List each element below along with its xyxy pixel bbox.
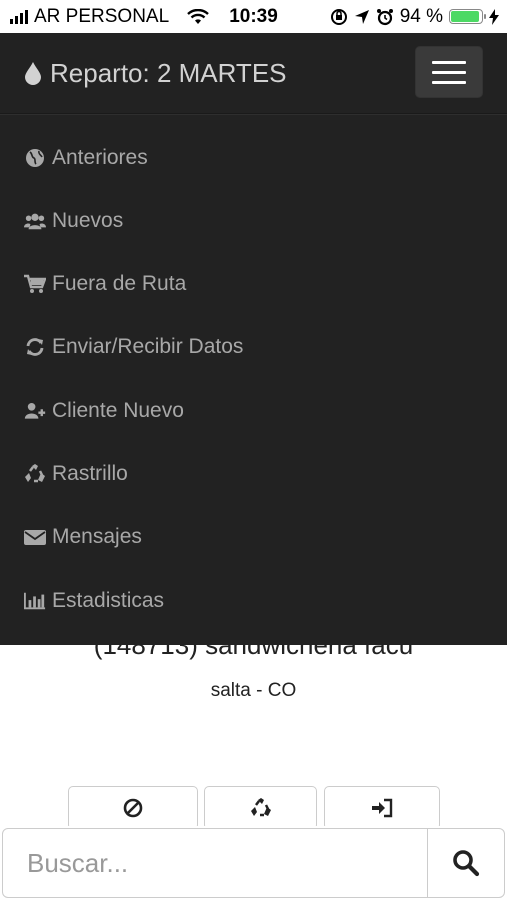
menu-item-label: Estadisticas xyxy=(52,589,165,612)
search-input[interactable] xyxy=(2,828,428,898)
globe-icon xyxy=(24,147,46,169)
ban-button[interactable] xyxy=(68,786,198,830)
status-bar: AR PERSONAL 10:39 94 % xyxy=(0,0,507,33)
menu-item-anteriores[interactable]: Anteriores xyxy=(24,138,148,178)
battery-percent: 94 % xyxy=(399,5,443,27)
status-time: 10:39 xyxy=(229,5,278,27)
menu-item-cliente-nuevo[interactable]: Cliente Nuevo xyxy=(24,391,184,431)
menu-item-label: Anteriores xyxy=(52,146,148,169)
alarm-icon xyxy=(376,8,393,25)
recycle-icon xyxy=(250,798,271,817)
users-icon xyxy=(24,210,46,232)
charging-icon xyxy=(489,8,499,25)
menu-item-mensajes[interactable]: Mensajes xyxy=(24,517,142,557)
refresh-icon xyxy=(24,336,46,358)
navbar-title: Reparto: 2 MARTES xyxy=(50,57,287,88)
menu-item-label: Cliente Nuevo xyxy=(52,399,184,422)
search-button[interactable] xyxy=(427,828,505,898)
cart-icon xyxy=(24,273,46,295)
recycle-icon xyxy=(24,463,46,485)
orientation-lock-icon xyxy=(330,8,347,25)
navbar-brand[interactable]: Reparto: 2 MARTES xyxy=(24,33,287,113)
tint-icon xyxy=(25,62,41,85)
envelope-icon xyxy=(24,526,46,548)
hamburger-icon xyxy=(432,60,466,64)
location-icon xyxy=(354,9,369,24)
menu-item-label: Mensajes xyxy=(52,525,142,548)
recycle-button[interactable] xyxy=(204,786,317,830)
navbar: Reparto: 2 MARTES xyxy=(0,33,507,114)
ban-icon xyxy=(123,798,143,818)
menu-item-estadisticas[interactable]: Estadisticas xyxy=(24,581,164,621)
menu-item-nuevos[interactable]: Nuevos xyxy=(24,201,123,241)
nav-menu: Anteriores Nuevos Fuera de Ruta Enviar/R… xyxy=(0,114,507,645)
menu-item-label: Fuera de Ruta xyxy=(52,272,187,295)
menu-item-label: Rastrillo xyxy=(52,462,128,485)
menu-item-rastrillo[interactable]: Rastrillo xyxy=(24,454,128,494)
search-icon xyxy=(453,850,480,877)
menu-item-label: Nuevos xyxy=(52,209,124,232)
menu-item-label: Enviar/Recibir Datos xyxy=(52,335,244,358)
search-bar xyxy=(0,826,507,900)
battery-icon xyxy=(449,9,486,24)
sign-in-icon xyxy=(372,798,393,818)
bar-chart-icon xyxy=(24,590,46,612)
menu-toggle-button[interactable] xyxy=(415,46,483,98)
sign-in-button[interactable] xyxy=(324,786,440,830)
menu-item-enviar-recibir[interactable]: Enviar/Recibir Datos xyxy=(24,327,243,367)
customer-subtitle: salta - CO xyxy=(210,680,297,701)
user-plus-icon xyxy=(24,400,46,422)
menu-item-fuera-de-ruta[interactable]: Fuera de Ruta xyxy=(24,264,186,304)
